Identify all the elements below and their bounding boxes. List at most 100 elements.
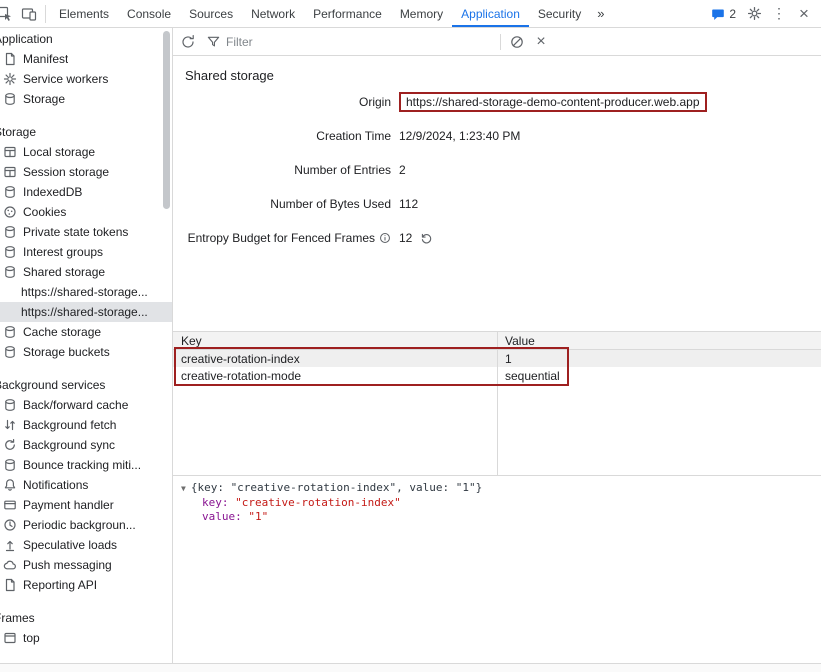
tab-performance[interactable]: Performance bbox=[304, 0, 391, 27]
sidebar-item-manifest[interactable]: Manifest bbox=[0, 49, 172, 69]
delete-selected-button[interactable]: × bbox=[529, 30, 553, 54]
sidebar-item-label: Background fetch bbox=[23, 418, 116, 432]
sidebar-item-storage[interactable]: Storage bbox=[0, 89, 172, 109]
gear-icon bbox=[747, 6, 762, 21]
entropy-budget-value: 12 bbox=[399, 231, 412, 245]
database-icon bbox=[3, 245, 17, 259]
tab-sources[interactable]: Sources bbox=[180, 0, 242, 27]
sidebar-item-label: Push messaging bbox=[23, 558, 112, 572]
sidebar-item-service-workers[interactable]: Service workers bbox=[0, 69, 172, 89]
table-icon bbox=[3, 145, 17, 159]
tab-console[interactable]: Console bbox=[118, 0, 180, 27]
property-name: key: bbox=[202, 496, 229, 509]
tab-security[interactable]: Security bbox=[529, 0, 590, 27]
expander-triangle-icon[interactable]: ▼ bbox=[181, 482, 186, 496]
sidebar-item-payment-handler[interactable]: Payment handler bbox=[0, 495, 172, 515]
tab-memory[interactable]: Memory bbox=[391, 0, 452, 27]
sidebar-item-background-sync[interactable]: Background sync bbox=[0, 435, 172, 455]
sidebar-item-indexeddb[interactable]: IndexedDB bbox=[0, 182, 172, 202]
sidebar-item-label: IndexedDB bbox=[23, 185, 82, 199]
sidebar-item-session-storage[interactable]: Session storage bbox=[0, 162, 172, 182]
sidebar-item-cookies[interactable]: Cookies bbox=[0, 202, 172, 222]
database-icon bbox=[3, 92, 17, 106]
sidebar-item-cache-storage[interactable]: Cache storage bbox=[0, 322, 172, 342]
tab-elements[interactable]: Elements bbox=[50, 0, 118, 27]
property-value: "creative-rotation-index" bbox=[235, 496, 401, 509]
sidebar-item-shared-storage-origin-1[interactable]: https://shared-storage... bbox=[0, 282, 172, 302]
close-devtools-button[interactable]: × bbox=[793, 3, 815, 25]
application-sidebar: Application Manifest Service workers Sto… bbox=[0, 28, 173, 663]
field-label: Creation Time bbox=[173, 129, 391, 143]
entries-table: Key Value creative-rotation-index 1 crea… bbox=[173, 331, 821, 476]
kebab-menu-button[interactable]: ⋮ bbox=[768, 3, 790, 25]
sidebar-item-notifications[interactable]: Notifications bbox=[0, 475, 172, 495]
section-header-background-services[interactable]: Background services bbox=[0, 376, 172, 395]
sidebar-item-push-messaging[interactable]: Push messaging bbox=[0, 555, 172, 575]
field-label: Entropy Budget for Fenced Frames bbox=[188, 231, 375, 245]
sidebar-item-label: Local storage bbox=[23, 145, 95, 159]
field-label: Origin bbox=[173, 95, 391, 109]
sidebar-item-label: https://shared-storage... bbox=[21, 305, 148, 319]
sidebar-item-periodic-background-sync[interactable]: Periodic backgroun... bbox=[0, 515, 172, 535]
field-label: Number of Entries bbox=[173, 163, 391, 177]
column-header-key[interactable]: Key bbox=[173, 334, 497, 348]
tab-application[interactable]: Application bbox=[452, 0, 529, 27]
inspect-element-button[interactable] bbox=[0, 2, 17, 26]
settings-button[interactable] bbox=[743, 3, 765, 25]
sidebar-item-local-storage[interactable]: Local storage bbox=[0, 142, 172, 162]
column-header-value[interactable]: Value bbox=[497, 334, 821, 348]
sidebar-item-label: Manifest bbox=[23, 52, 68, 66]
database-icon bbox=[3, 185, 17, 199]
document-icon bbox=[3, 578, 17, 592]
reset-icon[interactable] bbox=[420, 232, 433, 245]
shared-storage-toolbar: × bbox=[173, 28, 821, 56]
device-toolbar-button[interactable] bbox=[17, 2, 41, 26]
section-header-frames[interactable]: Frames bbox=[0, 609, 172, 628]
sidebar-item-top-frame[interactable]: top bbox=[0, 628, 172, 648]
frame-icon bbox=[3, 631, 17, 645]
sidebar-scrollbar[interactable] bbox=[163, 31, 170, 209]
section-header-storage[interactable]: Storage bbox=[0, 123, 172, 142]
sidebar-item-speculative-loads[interactable]: Speculative loads bbox=[0, 535, 172, 555]
more-tabs-button[interactable]: » bbox=[590, 0, 611, 27]
info-icon[interactable] bbox=[379, 232, 391, 244]
section-header-application[interactable]: Application bbox=[0, 30, 172, 49]
bottom-divider bbox=[0, 663, 821, 672]
card-icon bbox=[3, 498, 17, 512]
tab-network[interactable]: Network bbox=[242, 0, 304, 27]
sidebar-item-shared-storage-origin-2[interactable]: https://shared-storage... bbox=[0, 302, 172, 322]
sidebar-item-bounce-tracking[interactable]: Bounce tracking miti... bbox=[0, 455, 172, 475]
database-icon bbox=[3, 225, 17, 239]
entries-count-value: 2 bbox=[399, 163, 406, 177]
refresh-button[interactable] bbox=[176, 30, 200, 54]
sidebar-section-application: Application Manifest Service workers Sto… bbox=[0, 30, 172, 109]
filter-input[interactable] bbox=[226, 35, 494, 49]
tabbar-left-icons bbox=[0, 2, 41, 26]
issues-counter-button[interactable]: 2 bbox=[707, 7, 740, 21]
sidebar-item-interest-groups[interactable]: Interest groups bbox=[0, 242, 172, 262]
tabbar-divider bbox=[45, 5, 46, 23]
column-divider[interactable] bbox=[497, 332, 498, 475]
sidebar-item-label: top bbox=[23, 631, 40, 645]
metadata-row-entropy-budget: Entropy Budget for Fenced Frames 12 bbox=[173, 221, 821, 255]
sidebar-item-shared-storage[interactable]: Shared storage bbox=[0, 262, 172, 282]
clock-icon bbox=[3, 518, 17, 532]
table-icon bbox=[3, 165, 17, 179]
database-icon bbox=[3, 265, 17, 279]
sidebar-section-frames: Frames top bbox=[0, 609, 172, 648]
gear-icon bbox=[3, 72, 17, 86]
sidebar-item-reporting-api[interactable]: Reporting API bbox=[0, 575, 172, 595]
devtools-tabbar: Elements Console Sources Network Perform… bbox=[0, 0, 821, 28]
delete-all-button[interactable] bbox=[505, 30, 529, 54]
sidebar-item-back-forward-cache[interactable]: Back/forward cache bbox=[0, 395, 172, 415]
sidebar-item-label: Session storage bbox=[23, 165, 109, 179]
kebab-menu-icon: ⋮ bbox=[772, 5, 786, 22]
metadata-section: Origin https://shared-storage-demo-conte… bbox=[173, 85, 821, 255]
sidebar-item-private-state-tokens[interactable]: Private state tokens bbox=[0, 222, 172, 242]
sidebar-item-storage-buckets[interactable]: Storage buckets bbox=[0, 342, 172, 362]
sidebar-item-label: Cache storage bbox=[23, 325, 101, 339]
devices-icon bbox=[21, 6, 37, 22]
sidebar-item-label: https://shared-storage... bbox=[21, 285, 148, 299]
sidebar-item-background-fetch[interactable]: Background fetch bbox=[0, 415, 172, 435]
sidebar-item-label: Payment handler bbox=[23, 498, 114, 512]
